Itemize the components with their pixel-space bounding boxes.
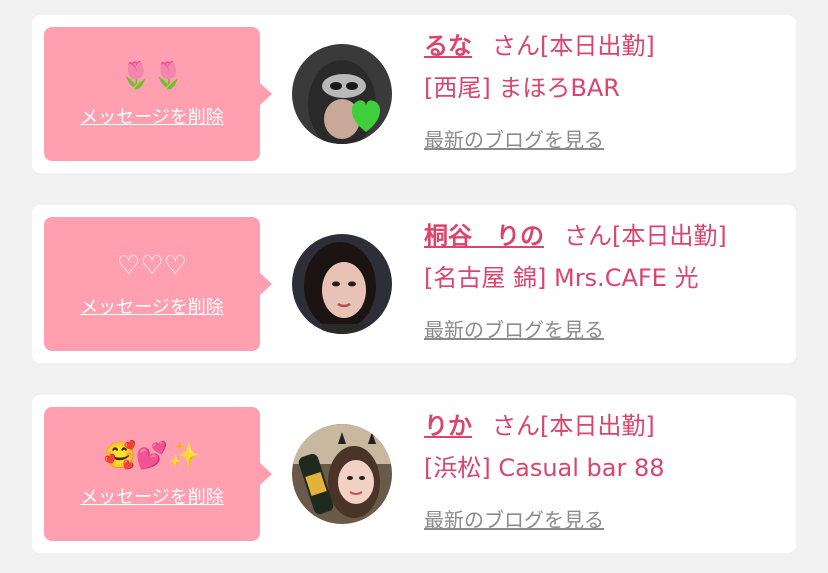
message-card: 🌷🌷 メッセージを削除 るな さん[本日出勤] [西尾] まほろBAR 最新のブロ… xyxy=(32,15,796,173)
woman-portrait-avatar-icon xyxy=(292,234,392,334)
message-text: 🥰💕✨ xyxy=(103,441,201,471)
cast-avatar[interactable] xyxy=(292,424,392,524)
cast-name-line: るな さん[本日出勤] xyxy=(424,31,655,61)
cast-name-line: 桐谷 りの さん[本日出勤] xyxy=(424,221,727,251)
shop-info: [浜松] Casual bar 88 xyxy=(424,454,665,482)
honorific-status: さん[本日出勤] xyxy=(492,412,655,440)
message-bubble: 🥰💕✨ メッセージを削除 xyxy=(44,407,272,541)
message-bubble: ♡♡♡ メッセージを削除 xyxy=(44,217,272,351)
message-bubble: 🌷🌷 メッセージを削除 xyxy=(44,27,272,161)
shop-info: [名古屋 錦] Mrs.CAFE 光 xyxy=(424,264,699,292)
message-card: ♡♡♡ メッセージを削除 桐谷 りの さん[本日出勤] [名古屋 錦] Mrs.C… xyxy=(32,205,796,363)
woman-with-bottle-avatar-icon xyxy=(292,424,392,524)
cast-name-line: りか さん[本日出勤] xyxy=(424,411,655,441)
delete-message-link[interactable]: メッセージを削除 xyxy=(44,487,260,509)
shop-info: [西尾] まほろBAR xyxy=(424,74,620,102)
cast-name-link[interactable]: 桐谷 りの xyxy=(424,222,544,250)
latest-blog-link[interactable]: 最新のブログを見る xyxy=(424,127,604,153)
delete-message-link[interactable]: メッセージを削除 xyxy=(44,107,260,129)
cast-avatar[interactable] xyxy=(292,234,392,334)
latest-blog-link[interactable]: 最新のブログを見る xyxy=(424,507,604,533)
honorific-status: さん[本日出勤] xyxy=(492,32,655,60)
delete-message-link[interactable]: メッセージを削除 xyxy=(44,297,260,319)
cast-name-link[interactable]: りか xyxy=(424,412,472,440)
message-text: 🌷🌷 xyxy=(119,61,185,91)
latest-blog-link[interactable]: 最新のブログを見る xyxy=(424,317,604,343)
cast-avatar[interactable] xyxy=(292,44,392,144)
cast-name-link[interactable]: るな xyxy=(424,32,472,60)
message-list: 🌷🌷 メッセージを削除 るな さん[本日出勤] [西尾] まほろBAR 最新のブロ… xyxy=(0,0,828,573)
message-text: ♡♡♡ xyxy=(117,251,187,281)
masked-woman-avatar-icon xyxy=(292,44,392,144)
honorific-status: さん[本日出勤] xyxy=(564,222,727,250)
message-card: 🥰💕✨ メッセージを削除 りか さん[本日出勤] [浜松] Casual bar … xyxy=(32,395,796,553)
